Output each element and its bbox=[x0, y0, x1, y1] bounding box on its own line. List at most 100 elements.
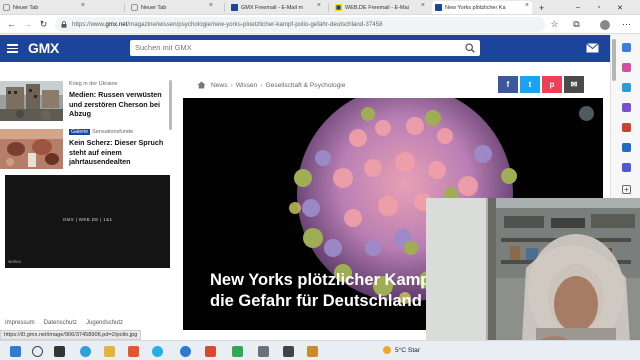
tab-new-1[interactable]: Neuer Tab × bbox=[0, 1, 88, 14]
pocket-share-button[interactable]: p bbox=[542, 76, 562, 93]
teaser-kicker: Krieg in der Ukraine bbox=[69, 81, 118, 87]
footer-link-jugendschutz[interactable]: Jugendschutz bbox=[86, 320, 123, 326]
breadcrumb: News › Wissen › Gesellschaft & Psychologie bbox=[197, 81, 345, 89]
url-prefix: https://www. bbox=[72, 21, 106, 28]
brave-icon[interactable] bbox=[128, 346, 139, 357]
gmx-icon bbox=[231, 4, 238, 11]
close-icon[interactable]: × bbox=[317, 2, 321, 9]
gmx-icon bbox=[435, 4, 442, 11]
headline-line-2: die Gefahr für Deutschland bbox=[210, 292, 422, 310]
shopping-icon[interactable] bbox=[622, 63, 631, 72]
hamburger-menu-icon[interactable] bbox=[7, 44, 18, 53]
app5-icon[interactable] bbox=[307, 346, 318, 357]
image-zoom-icon[interactable] bbox=[579, 106, 594, 121]
page-icon bbox=[131, 4, 138, 11]
add-icon[interactable]: + bbox=[622, 185, 631, 194]
tools-icon[interactable] bbox=[622, 83, 631, 92]
teaser-kicker: Sensationsfunde bbox=[92, 129, 134, 135]
teaser-title[interactable]: Kein Scherz: Dieser Spruch steht auf ein… bbox=[69, 138, 169, 167]
teams-icon[interactable] bbox=[622, 163, 631, 172]
sidebar: Krieg in der Ukraine Medien: Russen verw… bbox=[0, 62, 175, 340]
close-icon[interactable]: × bbox=[81, 2, 85, 9]
edge-icon[interactable] bbox=[80, 346, 91, 357]
search-placeholder: Suchen mit GMX bbox=[135, 43, 192, 52]
sun-icon bbox=[383, 346, 391, 354]
app3-icon[interactable] bbox=[258, 346, 269, 357]
page-scrollbar[interactable] bbox=[612, 39, 616, 81]
start-icon[interactable] bbox=[10, 346, 21, 357]
thumbnail-destroyed-building bbox=[0, 81, 63, 121]
close-window-icon[interactable]: ✕ bbox=[614, 2, 626, 13]
tab-webde[interactable]: WEB.DE Freemail - E-Mai × bbox=[332, 1, 428, 14]
forward-icon[interactable]: → bbox=[22, 19, 33, 30]
tab-title: WEB.DE Freemail - E-Mai bbox=[345, 4, 409, 11]
tab-article[interactable]: New Yorks plötzlicher Ka × bbox=[432, 1, 532, 14]
file-explorer-icon[interactable] bbox=[104, 346, 115, 357]
sidebar-teaser-cherson[interactable]: Krieg in der Ukraine Medien: Russen verw… bbox=[0, 81, 170, 121]
headline-line-1: New Yorks plötzlicher Kamp bbox=[210, 271, 431, 289]
close-icon[interactable]: × bbox=[525, 2, 529, 9]
breadcrumb-wissen[interactable]: Wissen bbox=[236, 82, 258, 89]
close-icon[interactable]: × bbox=[421, 2, 425, 9]
footer-link-impressum[interactable]: Impressum bbox=[5, 320, 35, 326]
app-icon[interactable] bbox=[205, 346, 216, 357]
lock-icon bbox=[61, 21, 67, 28]
gmx-header: GMX Suchen mit GMX bbox=[0, 35, 610, 62]
mail-icon[interactable] bbox=[586, 43, 599, 53]
weather-text: Star bbox=[407, 346, 421, 354]
share-buttons: f t p ✉ bbox=[498, 76, 586, 93]
url-path: /magazine/wissen/psychologie/new-yorks-p… bbox=[127, 21, 383, 28]
chrome-icon[interactable] bbox=[152, 346, 163, 357]
search-icon[interactable] bbox=[465, 43, 475, 53]
twitter-share-button[interactable]: t bbox=[520, 76, 540, 93]
video-player[interactable]: GMX | WEB.DE | 1&1 WORLD bbox=[5, 175, 170, 268]
app2-icon[interactable] bbox=[232, 346, 243, 357]
gallery-badge: Galerie bbox=[69, 129, 91, 135]
breadcrumb-news[interactable]: News bbox=[211, 82, 228, 89]
search-sidebar-icon[interactable] bbox=[622, 43, 631, 52]
search-taskbar-icon[interactable] bbox=[32, 346, 43, 357]
url-domain: gmx.net bbox=[105, 21, 128, 28]
sidebar-teaser-spruch[interactable]: Galerie Sensationsfunde Kein Scherz: Dies… bbox=[0, 129, 170, 169]
app4-icon[interactable] bbox=[283, 346, 294, 357]
tab-title: New Yorks plötzlicher Ka bbox=[445, 4, 506, 11]
more-menu-icon[interactable]: ⋯ bbox=[621, 19, 632, 30]
weather-temp: 5°C bbox=[395, 346, 407, 354]
favorite-star-icon[interactable]: ☆ bbox=[549, 19, 560, 30]
gmx-logo[interactable]: GMX bbox=[28, 40, 59, 56]
tab-new-2[interactable]: Neuer Tab × bbox=[128, 1, 216, 14]
footer-links: Impressum Datenschutz Jugendschutz bbox=[5, 320, 132, 326]
tab-title: Neuer Tab bbox=[141, 4, 167, 11]
back-icon[interactable]: ← bbox=[6, 19, 17, 30]
footer-link-datenschutz[interactable]: Datenschutz bbox=[44, 320, 77, 326]
reload-icon[interactable]: ↻ bbox=[38, 19, 49, 30]
video-logos: GMX | WEB.DE | 1&1 bbox=[62, 217, 113, 222]
home-icon[interactable] bbox=[197, 81, 206, 89]
tab-title: GMX Freemail - E-Mail m bbox=[241, 4, 304, 11]
profile-avatar[interactable] bbox=[600, 20, 610, 30]
outlook-icon[interactable] bbox=[622, 143, 631, 152]
task-view-icon[interactable] bbox=[54, 346, 65, 357]
office-icon[interactable] bbox=[622, 123, 631, 132]
tab-gmx[interactable]: GMX Freemail - E-Mail m × bbox=[228, 1, 324, 14]
minimize-icon[interactable]: – bbox=[572, 2, 584, 13]
weather-widget[interactable]: 5°C Star bbox=[383, 346, 420, 354]
url-field[interactable]: https://www.gmx.net/magazine/wissen/psyc… bbox=[55, 17, 545, 32]
collections-icon[interactable]: ⧉ bbox=[571, 19, 582, 30]
teaser-kicker-row: Galerie Sensationsfunde bbox=[69, 129, 133, 135]
breadcrumb-gesellschaft[interactable]: Gesellschaft & Psychologie bbox=[266, 82, 346, 89]
webde-icon bbox=[335, 4, 342, 11]
maximize-icon[interactable]: ▫ bbox=[593, 2, 605, 13]
search-input[interactable]: Suchen mit GMX bbox=[130, 40, 480, 56]
email-share-button[interactable]: ✉ bbox=[564, 76, 584, 93]
taskbar: 5°C Star bbox=[0, 340, 640, 360]
teaser-title[interactable]: Medien: Russen verwüsten und zerstören C… bbox=[69, 90, 169, 119]
facebook-share-button[interactable]: f bbox=[498, 76, 518, 93]
games-icon[interactable] bbox=[622, 103, 631, 112]
sidebar-scrollbar[interactable] bbox=[168, 74, 173, 172]
webcam-video bbox=[426, 198, 640, 360]
close-icon[interactable]: × bbox=[209, 2, 213, 9]
new-tab-button[interactable]: + bbox=[536, 1, 550, 14]
skype-icon[interactable] bbox=[180, 346, 191, 357]
webcam-overlay bbox=[426, 198, 640, 360]
